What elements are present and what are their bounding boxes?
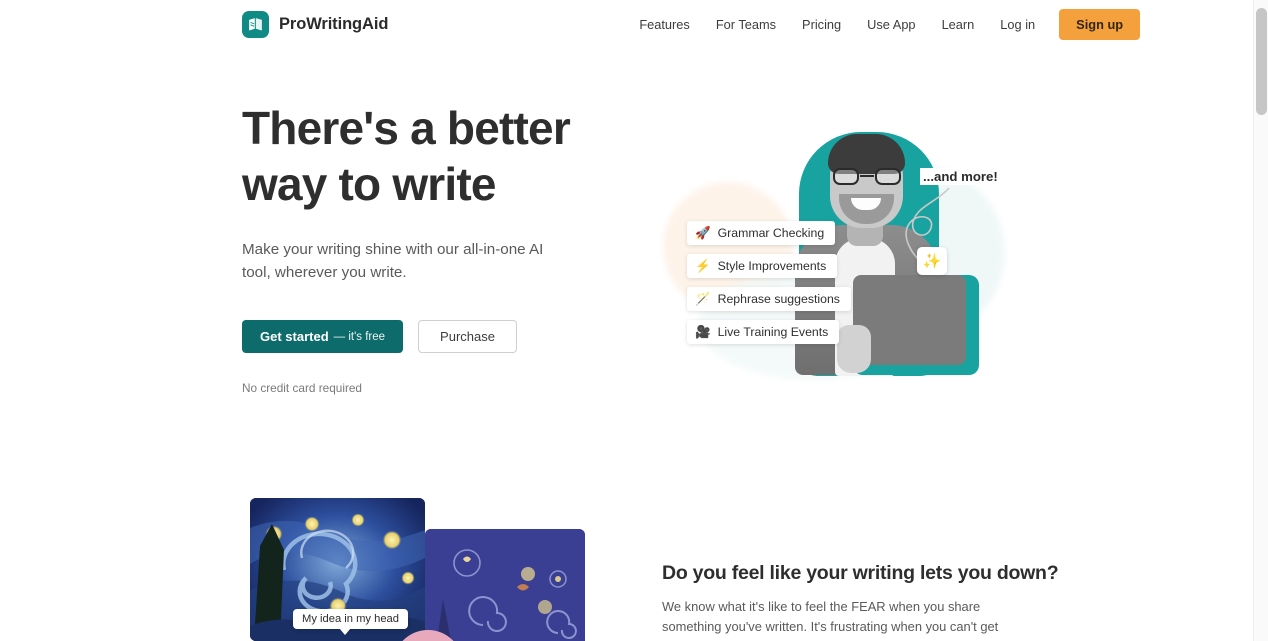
get-started-label: Get started [260,329,329,344]
magic-wand-icon: 🪄 [695,291,711,306]
sign-up-button[interactable]: Sign up [1059,8,1141,40]
idea-caption-badge: My idea in my head [293,609,409,635]
site-header: ProWritingAid Features For Teams Pricing… [0,0,1253,48]
page-scrollbar-thumb[interactable] [1256,8,1267,115]
feature-label: Grammar Checking [717,226,825,240]
sketch-version-card [425,529,585,641]
nav-link-pricing[interactable]: Pricing [789,11,854,38]
feature-pill-style-improvements: ⚡ Style Improvements [687,254,838,278]
nav-link-use-app[interactable]: Use App [854,11,928,38]
lower-section-copy: Do you feel like your writing lets you d… [662,562,1059,641]
nav-link-features[interactable]: Features [626,11,703,38]
get-started-button[interactable]: Get started — it's free [242,320,404,353]
main-navigation: Features For Teams Pricing Use App Learn… [626,8,1141,40]
get-started-free-note: — it's free [333,330,386,343]
hero-subtitle: Make your writing shine with our all-in-… [242,241,544,281]
feature-pill-list: 🚀 Grammar Checking ⚡ Style Improvements … [687,221,851,353]
and-more-annotation: ...and more! [920,168,1001,185]
feature-pill-grammar-checking: 🚀 Grammar Checking [687,221,836,245]
feature-label: Style Improvements [717,259,827,273]
idea-comparison-images: My idea in my head [250,498,590,641]
hero-copy: There's a better way to write Make your … [242,100,642,395]
hero-title-line-1: There's a better [242,102,571,154]
hero-title-line-2: way to write [242,158,496,210]
glasses-lens-left [833,168,859,185]
feature-label: Rephrase suggestions [717,292,840,306]
feature-pill-live-training-events: 🎥 Live Training Events [687,320,840,344]
feature-label: Live Training Events [717,325,829,339]
nav-link-for-teams[interactable]: For Teams [703,11,789,38]
glasses-bridge [860,175,874,178]
feature-pill-rephrase-suggestions: 🪄 Rephrase suggestions [687,287,851,311]
nav-link-learn[interactable]: Learn [929,11,988,38]
video-camera-icon: 🎥 [695,324,711,339]
lower-section-title: Do you feel like your writing lets you d… [662,562,1059,584]
hero-title: There's a better way to write [242,100,642,212]
page-root: ProWritingAid Features For Teams Pricing… [0,0,1268,641]
nav-link-log-in[interactable]: Log in [987,11,1048,38]
book-check-icon [242,10,269,38]
page-scrollbar-track[interactable] [1253,0,1268,641]
brand-logo[interactable]: ProWritingAid [242,10,389,38]
laptop-illustration [853,275,979,375]
hero-illustration: ...and more! ✨ 🚀 Grammar Checking ⚡ Styl… [655,120,1015,385]
hero-cta-row: Get started — it's free Purchase [242,320,642,353]
rocket-icon: 🚀 [695,225,711,240]
purchase-button[interactable]: Purchase [418,320,517,353]
lower-section-paragraph: We know what it's like to feel the FEAR … [662,599,999,641]
sparkles-icon: ✨ [917,247,947,275]
brand-name: ProWritingAid [279,14,389,33]
lightning-bolt-icon: ⚡ [695,258,711,273]
no-credit-card-note: No credit card required [242,381,362,395]
